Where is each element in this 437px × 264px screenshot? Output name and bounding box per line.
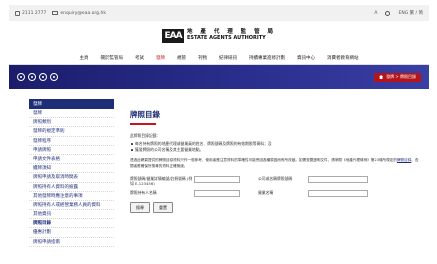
nav-item-regulation[interactable]: 規管 (177, 55, 186, 61)
page-banner: 發牌 > 牌照目錄 (9, 65, 429, 89)
holder-name-input[interactable] (194, 190, 240, 198)
logo-mark: EAA (162, 29, 184, 43)
sidebar-item-license-directory[interactable]: 牌照目錄 (29, 219, 114, 229)
license-number-input[interactable] (194, 175, 240, 183)
main-content: 牌照目錄 此牌照目錄記載： 每名持有牌照的地產代理或營業員的姓名、牌照號碼及牌照… (130, 99, 420, 247)
sidebar-heading[interactable]: 發牌 (29, 99, 114, 109)
home-icon[interactable] (379, 75, 384, 79)
logo[interactable]: EAA 地 產 代 理 監 管 局 ESTATE AGENTS AUTHORIT… (162, 29, 276, 43)
holder-name-label: 牌照持有人名稱 (130, 190, 157, 196)
company-license-input[interactable] (308, 175, 368, 183)
search-button[interactable]: 搜尋 (130, 202, 150, 214)
sidebar-item[interactable]: 其他發牌時應注意的事項 (29, 192, 114, 201)
sidebar-item[interactable]: 續牌須知 (29, 164, 114, 174)
nav-item-publications[interactable]: 刊物 (198, 55, 207, 61)
title-underline (130, 123, 156, 125)
social-links (17, 73, 58, 81)
phone-icon (15, 10, 20, 16)
youtube-icon[interactable] (28, 73, 36, 81)
business-name-input[interactable] (308, 190, 368, 198)
search-icon[interactable] (385, 10, 391, 16)
sidebar-item[interactable]: 其他資訊 (29, 210, 114, 220)
phone-number: 2111 2777 (22, 10, 47, 16)
business-name-label: 營業名稱 (258, 190, 274, 196)
sidebar-item[interactable]: 牌照持有人資料的披露 (29, 183, 114, 192)
email-link[interactable]: enquiry@eaa.org.hk (52, 11, 106, 16)
instagram-icon[interactable] (39, 73, 47, 81)
nav-item-exam[interactable]: 考試 (135, 55, 144, 61)
mail-icon (52, 11, 59, 15)
company-license-label: 公司或名稱牌照號碼 (258, 175, 293, 181)
page-title: 牌照目錄 (130, 110, 160, 119)
facebook-icon[interactable] (17, 73, 25, 81)
sidebar-item[interactable]: 牌照持有人或經營業務人員的資料 (29, 201, 114, 211)
sidebar: 發牌 發牌 牌照類別 發牌的規定準則 發牌程序 申請牌照 申請文件表格 續牌須知… (29, 99, 114, 247)
language-switch[interactable]: ENG 繁 / 简 (398, 10, 423, 16)
reset-button[interactable]: 重置 (153, 202, 173, 214)
sidebar-list: 發牌 牌照類別 發牌的規定準則 發牌程序 申請牌照 申請文件表格 續牌須知 牌照… (29, 109, 114, 247)
disclaimer-note: 透過此網頁提供的牌照目錄資料只作一般參考，使用者應注意資料的準確性可能會因各種原… (130, 158, 420, 170)
linkedin-icon[interactable] (50, 73, 58, 81)
phone-link[interactable]: 2111 2777 (15, 10, 47, 16)
form-row: 牌照持有人名稱 營業名稱 (130, 190, 420, 198)
bullet-item: 獲發牌照的公司名稱及其主要營業地點。 (130, 147, 420, 153)
breadcrumb: 發牌 > 牌照目錄 (374, 72, 421, 82)
form-buttons: 搜尋 重置 (130, 202, 420, 214)
utility-bar: 2111 2777 enquiry@eaa.org.hk A ENG 繁 / 简 (9, 5, 429, 21)
sidebar-item[interactable]: 牌照申請指南 (29, 238, 114, 247)
nav-item-info[interactable]: 資訊中心 (297, 55, 315, 61)
nav-item-consumer[interactable]: 消費者教育網站 (327, 55, 359, 61)
form-row: 牌照號碼/營業詳情編號/註冊號碼 (例如 E-123456) 公司或名稱牌照號碼 (130, 175, 420, 187)
main-nav: 主頁 關於監管局 考試 發牌 規管 刊物 紀律研訊 持續專業進修計劃 資訊中心 … (9, 51, 429, 65)
sidebar-item[interactable]: 發牌 (29, 109, 114, 119)
email-address: enquiry@eaa.org.hk (60, 10, 106, 16)
text-size-button[interactable]: A (374, 11, 377, 16)
browser-page: 2111 2777 enquiry@eaa.org.hk A ENG 繁 / 简… (9, 5, 429, 264)
nav-item-cpd[interactable]: 持續專業進修計劃 (249, 55, 285, 61)
intro-text: 此牌照目錄記載： (130, 133, 161, 138)
license-number-label: 牌照號碼/營業詳情編號/註冊號碼 (例如 E-123456) (130, 175, 193, 187)
sidebar-item[interactable]: 申請牌照 (29, 146, 114, 155)
site-header: EAA 地 產 代 理 監 管 局 ESTATE AGENTS AUTHORIT… (9, 21, 429, 51)
intro-bullets: 每名持有牌照的地產代理或營業員的姓名、牌照號碼及牌照的有效期限等資料；及 獲發牌… (130, 141, 420, 153)
note-link[interactable]: 牌照目錄 (397, 158, 411, 162)
nav-item-home[interactable]: 主頁 (80, 55, 89, 61)
sidebar-item[interactable]: 牌照類別 (29, 118, 114, 128)
sidebar-item[interactable]: 申請文件表格 (29, 155, 114, 165)
sidebar-item[interactable]: 牌照申請及取消時間表 (29, 173, 114, 183)
nav-item-licensing[interactable]: 發牌 (156, 55, 165, 61)
sidebar-item[interactable]: 發牌程序 (29, 137, 114, 146)
nav-item-disciplinary[interactable]: 紀律研訊 (219, 55, 237, 61)
note-text: 透過此網頁提供的牌照目錄資料只作一般參考，使用者應注意資料的準確性可能會因各種原… (130, 158, 397, 163)
nav-item-about[interactable]: 關於監管局 (101, 55, 124, 61)
sidebar-item[interactable]: 發牌的規定準則 (29, 127, 114, 137)
logo-title-en: ESTATE AGENTS AUTHORITY (187, 35, 266, 42)
sidebar-item[interactable]: 優惠計劃 (29, 228, 114, 238)
breadcrumb-text[interactable]: 發牌 > 牌照目錄 (386, 74, 416, 80)
